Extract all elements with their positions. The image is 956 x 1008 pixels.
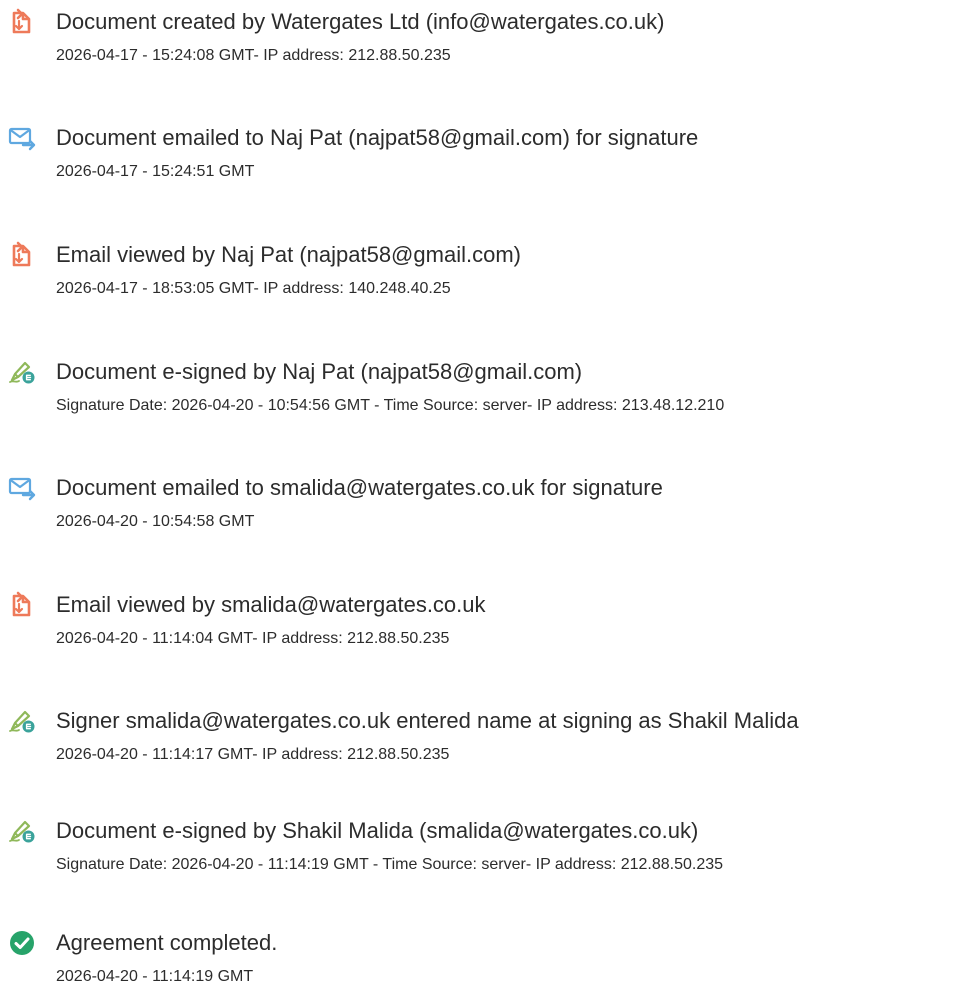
- audit-event-document-emailed: Document emailed to Naj Pat (najpat58@gm…: [0, 123, 956, 203]
- event-title: Document emailed to smalida@watergates.c…: [56, 475, 663, 500]
- event-timestamp: Signature Date: 2026-04-20 - 11:14:19 GM…: [56, 856, 724, 873]
- audit-event-agreement-completed: Agreement completed. 2026-04-20 - 11:14:…: [0, 928, 956, 1008]
- esign-pen-icon: [8, 358, 36, 386]
- audit-event-email-viewed: Email viewed by smalida@watergates.co.uk…: [0, 590, 956, 670]
- audit-event-document-emailed: Document emailed to smalida@watergates.c…: [0, 473, 956, 553]
- audit-event-signer-name-entered: Signer smalida@watergates.co.uk entered …: [0, 706, 956, 786]
- document-icon: [8, 591, 36, 619]
- audit-event-email-viewed: Email viewed by Naj Pat (najpat58@gmail.…: [0, 240, 956, 320]
- event-title: Email viewed by smalida@watergates.co.uk: [56, 592, 486, 617]
- event-timestamp: 2026-04-20 - 10:54:58 GMT: [56, 513, 255, 530]
- event-timestamp: 2026-04-17 - 15:24:51 GMT: [56, 163, 255, 180]
- event-title: Signer smalida@watergates.co.uk entered …: [56, 708, 799, 733]
- event-timestamp: 2026-04-20 - 11:14:19 GMT: [56, 968, 254, 985]
- esign-pen-icon: [8, 707, 36, 735]
- email-sent-icon: [8, 124, 36, 152]
- audit-event-document-esigned: Document e-signed by Naj Pat (najpat58@g…: [0, 357, 956, 437]
- audit-event-document-created: Document created by Watergates Ltd (info…: [0, 7, 956, 87]
- email-sent-icon: [8, 474, 36, 502]
- event-timestamp: 2026-04-17 - 15:24:08 GMT- IP address: 2…: [56, 47, 451, 64]
- audit-event-document-esigned: Document e-signed by Shakil Malida (smal…: [0, 816, 956, 896]
- event-title: Document e-signed by Shakil Malida (smal…: [56, 818, 699, 843]
- event-timestamp: 2026-04-20 - 11:14:17 GMT- IP address: 2…: [56, 746, 450, 763]
- event-timestamp: 2026-04-17 - 18:53:05 GMT- IP address: 1…: [56, 280, 451, 297]
- event-timestamp: 2026-04-20 - 11:14:04 GMT- IP address: 2…: [56, 630, 450, 647]
- event-title: Agreement completed.: [56, 930, 278, 955]
- event-title: Document created by Watergates Ltd (info…: [56, 9, 665, 34]
- check-circle-icon: [8, 929, 36, 957]
- event-title: Email viewed by Naj Pat (najpat58@gmail.…: [56, 242, 521, 267]
- document-icon: [8, 241, 36, 269]
- event-title: Document e-signed by Naj Pat (najpat58@g…: [56, 359, 583, 384]
- esign-pen-icon: [8, 817, 36, 845]
- audit-history-list: Document created by Watergates Ltd (info…: [0, 0, 956, 994]
- event-timestamp: Signature Date: 2026-04-20 - 10:54:56 GM…: [56, 397, 725, 414]
- event-title: Document emailed to Naj Pat (najpat58@gm…: [56, 125, 699, 150]
- document-icon: [8, 8, 36, 36]
